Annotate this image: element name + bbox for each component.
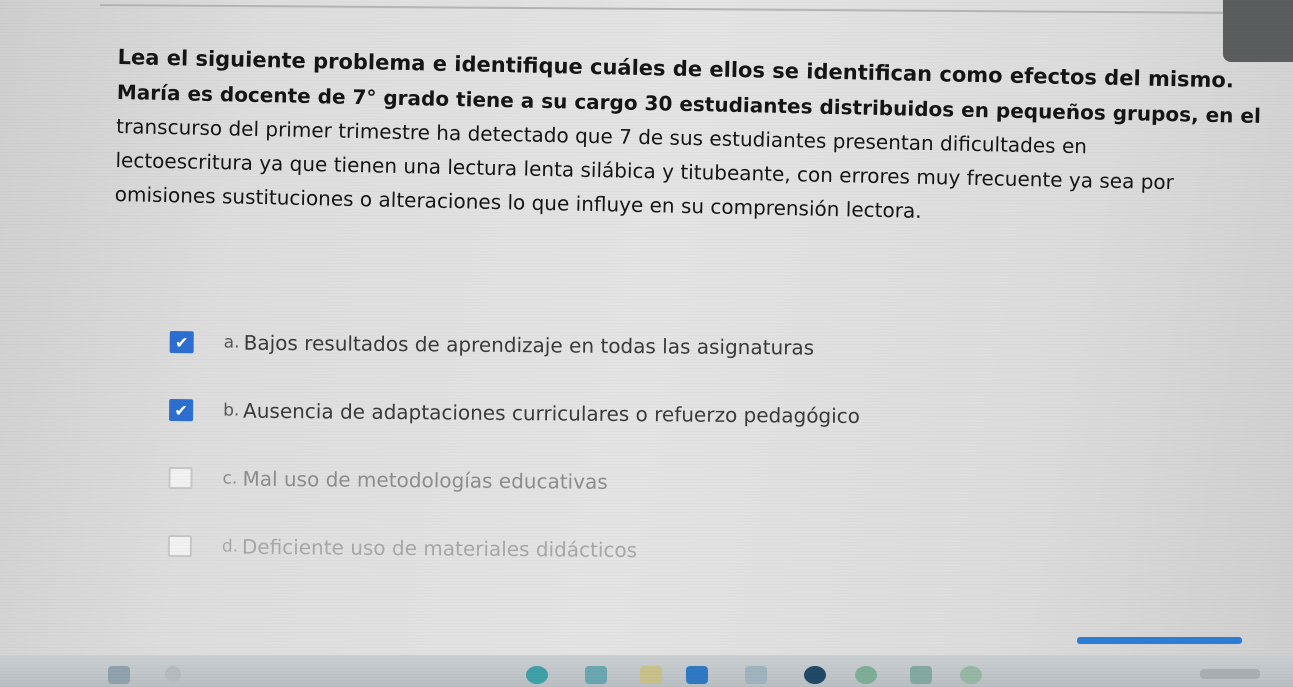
check-icon: ✔ <box>174 400 188 420</box>
settings-icon[interactable] <box>960 666 982 684</box>
search-icon[interactable] <box>165 666 181 682</box>
screen: Lea el siguiente problema e identifique … <box>0 0 1293 687</box>
start-icon[interactable] <box>108 666 130 684</box>
option-label: Mal uso de metodologías educativas <box>242 466 608 494</box>
system-tray-icon[interactable] <box>1200 669 1260 679</box>
option-d[interactable]: d. Deficiente uso de materiales didáctic… <box>167 512 859 586</box>
checkbox-b[interactable]: ✔ <box>169 398 194 422</box>
option-label: Deficiente uso de materiales didácticos <box>241 534 638 563</box>
check-icon: ✔ <box>174 332 189 352</box>
progress-bar <box>1077 637 1242 644</box>
folder-icon[interactable] <box>640 666 662 684</box>
checkbox-d[interactable] <box>167 534 193 558</box>
option-letter: d. <box>221 536 239 557</box>
problem-text: María es docente de 7° grado tiene a su … <box>114 75 1292 236</box>
option-label: Ausencia de adaptaciones curriculares o … <box>243 398 861 429</box>
corner-panel <box>1223 0 1293 62</box>
divider <box>100 4 1240 14</box>
option-letter: c. <box>222 468 238 489</box>
option-b[interactable]: ✔ b. Ausencia de adaptaciones curricular… <box>169 376 860 450</box>
store-icon[interactable] <box>745 666 767 684</box>
option-letter: a. <box>223 332 240 353</box>
option-c[interactable]: c. Mal uso de metodologías educativas <box>168 444 859 518</box>
taskbar <box>0 655 1293 687</box>
option-label: Bajos resultados de aprendizaje en todas… <box>243 330 815 360</box>
edge-icon[interactable] <box>855 666 877 684</box>
checkbox-c[interactable] <box>168 466 193 490</box>
mail-icon[interactable] <box>686 666 708 684</box>
option-letter: b. <box>223 400 240 421</box>
question-block: Lea el siguiente problema e identifique … <box>114 40 1292 236</box>
browser-icon[interactable] <box>526 666 548 684</box>
app-icon[interactable] <box>585 666 607 684</box>
answer-options: ✔ a. Bajos resultados de aprendizaje en … <box>167 308 861 586</box>
option-a[interactable]: ✔ a. Bajos resultados de aprendizaje en … <box>169 308 860 382</box>
chrome-icon[interactable] <box>804 666 826 684</box>
checkbox-a[interactable]: ✔ <box>169 330 194 354</box>
photos-icon[interactable] <box>910 666 932 684</box>
